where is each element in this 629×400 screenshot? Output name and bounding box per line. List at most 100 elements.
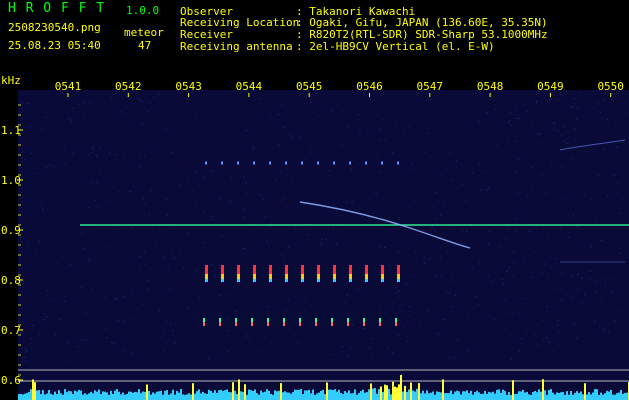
noise-speck <box>541 174 543 175</box>
noise-speck <box>581 277 583 279</box>
noise-speck <box>395 292 398 294</box>
noise-speck <box>362 342 364 344</box>
noise-speck <box>538 133 540 135</box>
activity-bar <box>502 389 504 400</box>
activity-bar <box>58 390 60 400</box>
noise-speck <box>26 351 28 353</box>
activity-bar <box>306 390 308 400</box>
activity-bar <box>326 382 328 400</box>
noise-speck <box>205 323 208 325</box>
activity-bar <box>20 394 22 400</box>
activity-bar <box>28 391 30 400</box>
noise-speck <box>204 257 207 259</box>
y-axis-unit: kHz <box>1 74 21 87</box>
activity-bar <box>534 390 536 400</box>
noise-speck <box>63 300 66 302</box>
noise-speck <box>283 298 285 300</box>
noise-speck <box>430 228 433 230</box>
activity-bar <box>344 391 346 400</box>
noise-speck <box>557 320 559 322</box>
echo-dot <box>347 322 349 326</box>
noise-speck <box>538 202 540 204</box>
noise-speck <box>174 342 176 344</box>
noise-speck <box>72 153 74 155</box>
noise-speck <box>530 122 533 124</box>
noise-speck <box>594 290 596 292</box>
noise-speck <box>518 350 520 352</box>
activity-bar <box>178 392 180 400</box>
noise-speck <box>288 327 290 329</box>
activity-bar <box>114 390 116 400</box>
noise-speck <box>475 295 477 297</box>
activity-bar <box>304 390 306 400</box>
echo-dot <box>395 318 397 322</box>
noise-speck <box>186 233 189 235</box>
activity-bar <box>332 389 334 400</box>
noise-speck <box>570 216 572 218</box>
activity-bar <box>498 389 500 400</box>
noise-speck <box>114 298 116 300</box>
noise-speck <box>518 311 520 313</box>
activity-bar <box>508 392 510 400</box>
noise-speck <box>359 130 361 132</box>
time-tick-label: 0549 <box>537 80 564 93</box>
echo-dot <box>267 322 269 326</box>
noise-speck <box>395 286 397 288</box>
activity-bar <box>96 391 98 400</box>
noise-speck <box>112 226 114 228</box>
noise-speck <box>92 146 94 148</box>
noise-speck <box>106 246 108 248</box>
noise-speck <box>591 199 593 201</box>
activity-bar <box>620 389 622 400</box>
noise-speck <box>165 198 167 200</box>
echo-dot <box>251 318 253 322</box>
noise-speck <box>122 156 124 158</box>
noise-speck <box>457 133 459 135</box>
noise-speck <box>389 178 392 179</box>
noise-speck <box>602 328 604 330</box>
activity-bar <box>590 394 592 400</box>
noise-speck <box>600 239 602 241</box>
echo-dot-strong <box>221 265 224 274</box>
noise-speck <box>487 213 489 215</box>
freq-tick-label: 0.8 <box>1 274 21 287</box>
activity-bar <box>560 392 562 400</box>
noise-speck <box>329 170 331 172</box>
noise-speck <box>39 205 41 207</box>
noise-speck <box>405 284 407 286</box>
noise-speck <box>417 137 419 139</box>
noise-speck <box>408 125 410 127</box>
noise-speck <box>68 249 71 251</box>
noise-speck <box>295 226 297 227</box>
noise-speck <box>337 231 339 233</box>
noise-speck <box>540 109 542 111</box>
activity-bar <box>112 393 114 400</box>
noise-speck <box>141 100 143 102</box>
noise-speck <box>577 107 579 108</box>
noise-speck <box>325 238 327 240</box>
noise-speck <box>84 141 87 143</box>
activity-bar <box>24 393 26 400</box>
noise-speck <box>115 298 118 300</box>
activity-bar <box>162 394 164 400</box>
spectrogram-background <box>18 90 629 400</box>
activity-bar <box>238 379 240 400</box>
activity-bar <box>578 393 580 400</box>
activity-bar <box>100 394 102 400</box>
noise-speck <box>364 328 366 329</box>
activity-bar <box>140 393 142 400</box>
noise-speck <box>19 198 21 200</box>
noise-speck <box>513 251 515 253</box>
noise-speck <box>443 175 445 177</box>
noise-speck <box>233 286 235 288</box>
activity-bar <box>338 389 340 400</box>
noise-speck <box>536 344 538 346</box>
noise-speck <box>477 273 479 275</box>
activity-bar <box>280 383 282 400</box>
noise-speck <box>416 149 419 151</box>
activity-bar <box>136 392 138 400</box>
activity-bar <box>556 392 558 400</box>
noise-speck <box>341 119 343 121</box>
noise-speck <box>317 115 320 117</box>
activity-bar <box>474 392 476 400</box>
